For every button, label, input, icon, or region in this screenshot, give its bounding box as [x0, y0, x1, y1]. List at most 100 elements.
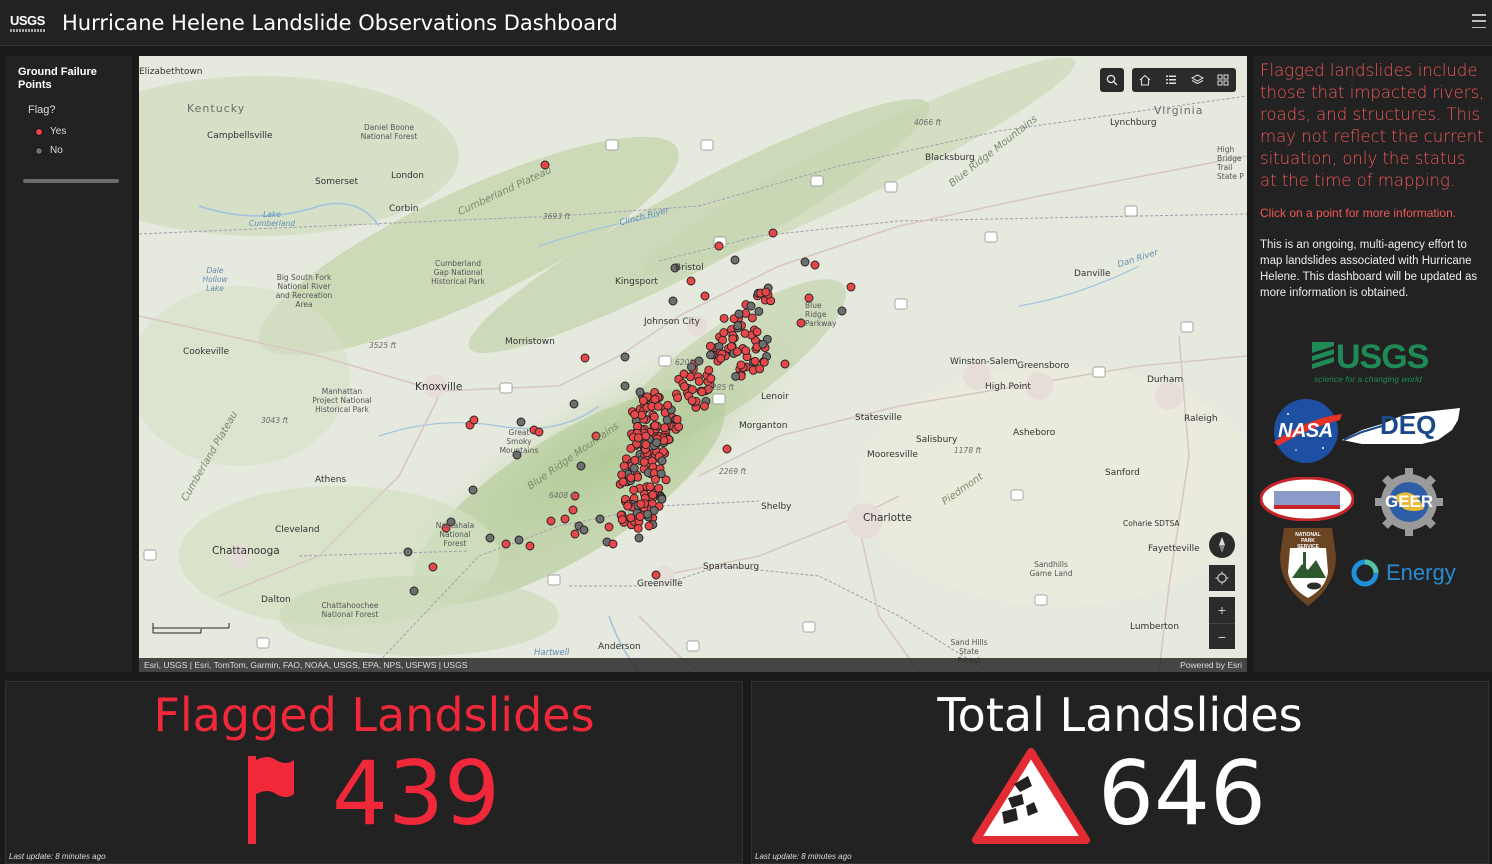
landslide-point[interactable] [697, 387, 707, 397]
menu-icon[interactable] [1472, 14, 1486, 28]
landslide-point[interactable] [705, 341, 715, 351]
landslide-point[interactable] [617, 470, 627, 480]
landslide-point[interactable] [485, 533, 495, 543]
deq-logo[interactable]: DEQ [1342, 404, 1464, 450]
landslide-point[interactable] [719, 313, 729, 323]
landslide-point[interactable] [758, 339, 768, 349]
landslide-point[interactable] [730, 255, 740, 265]
landslide-point[interactable] [635, 512, 645, 521]
landslide-point[interactable] [469, 415, 479, 425]
landslide-point[interactable] [668, 296, 678, 306]
landslide-point[interactable] [644, 521, 654, 531]
landslide-point[interactable] [706, 374, 716, 383]
usgs-logo[interactable]: USGS [10, 12, 50, 34]
powered-by-esri[interactable]: Powered by Esri [1180, 660, 1242, 670]
landslide-point[interactable] [634, 533, 644, 543]
landslide-point[interactable] [657, 494, 667, 504]
landslide-point[interactable] [648, 490, 658, 500]
landslide-point[interactable] [780, 359, 790, 369]
landslide-point[interactable] [617, 515, 627, 525]
legend-button[interactable] [1158, 68, 1184, 92]
landslide-point[interactable] [686, 276, 696, 286]
total-indicator[interactable]: Total Landslides 646 Last update: 8 minu… [751, 681, 1489, 864]
landslide-point[interactable] [719, 328, 729, 338]
landslide-point[interactable] [732, 347, 742, 357]
landslide-point[interactable] [649, 412, 659, 422]
search-button[interactable] [1100, 68, 1124, 92]
landslide-point[interactable] [643, 509, 652, 519]
landslide-point[interactable] [734, 309, 744, 319]
landslide-point[interactable] [679, 369, 689, 379]
landslide-point[interactable] [706, 350, 715, 360]
landslide-point[interactable] [716, 354, 726, 363]
landslide-point[interactable] [700, 291, 710, 301]
zoom-out-button[interactable]: − [1209, 623, 1235, 649]
landslide-point[interactable] [638, 396, 648, 406]
landslide-point[interactable] [679, 382, 689, 392]
landslide-point[interactable] [636, 499, 646, 509]
landslide-point[interactable] [604, 522, 614, 532]
landslide-point[interactable] [796, 318, 806, 328]
landslide-point[interactable] [608, 539, 618, 549]
landslide-point[interactable] [694, 376, 704, 386]
landslide-point[interactable] [630, 410, 640, 419]
nps-logo[interactable]: NATIONAL PARK SERVICE [1276, 526, 1340, 608]
landslide-point[interactable] [662, 415, 672, 425]
landslide-point[interactable] [722, 444, 732, 454]
landslide-point[interactable] [428, 562, 438, 572]
landslide-point[interactable] [704, 365, 714, 375]
landslide-point[interactable] [560, 514, 570, 524]
landslide-point[interactable] [514, 535, 524, 545]
landslide-point[interactable] [620, 381, 630, 391]
landslide-point[interactable] [630, 455, 640, 465]
landslide-point[interactable] [595, 514, 605, 524]
legend-scrollbar[interactable] [23, 179, 119, 183]
locate-button[interactable] [1209, 565, 1235, 591]
landslide-point[interactable] [657, 456, 667, 466]
landslide-point[interactable] [618, 477, 628, 487]
landslide-point[interactable] [645, 482, 655, 492]
landslide-point[interactable] [579, 525, 589, 535]
landslide-point[interactable] [651, 570, 661, 580]
landslide-point[interactable] [568, 505, 578, 515]
landslide-point[interactable] [687, 396, 697, 406]
landslide-point[interactable] [761, 287, 771, 297]
landslide-point[interactable] [653, 401, 663, 411]
landslide-point[interactable] [714, 241, 724, 251]
landslide-point[interactable] [652, 438, 662, 448]
landslide-point[interactable] [626, 473, 636, 483]
landslide-point[interactable] [656, 469, 666, 479]
landslide-point[interactable] [635, 387, 645, 397]
landslide-point[interactable] [639, 457, 649, 467]
landslide-point[interactable] [699, 401, 709, 411]
landslide-point[interactable] [623, 501, 633, 511]
landslide-point[interactable] [633, 523, 643, 533]
landslide-point[interactable] [731, 371, 741, 381]
nasa-logo[interactable]: NASA [1268, 398, 1344, 464]
landslide-point[interactable] [746, 301, 756, 311]
tn-geological-survey-logo[interactable] [1259, 476, 1355, 522]
landslide-point[interactable] [619, 461, 629, 471]
landslide-point[interactable] [629, 463, 639, 473]
landslide-point[interactable] [752, 327, 762, 337]
landslide-point[interactable] [570, 529, 580, 539]
landslide-point[interactable] [501, 539, 511, 549]
landslide-point[interactable] [576, 461, 586, 471]
landslide-point[interactable] [800, 257, 810, 267]
energy-logo[interactable]: Energy [1350, 554, 1470, 594]
landslide-point[interactable] [810, 260, 820, 270]
landslide-point[interactable] [629, 485, 639, 495]
map-view[interactable]: Elizabethtown Kentucky Virginia Campbell… [139, 56, 1247, 672]
landslide-point[interactable] [626, 443, 636, 453]
usgs-logo-large[interactable]: USGS science for a changing world [1312, 338, 1432, 386]
landslide-point[interactable] [569, 399, 579, 409]
landslide-point[interactable] [633, 433, 643, 443]
flagged-indicator[interactable]: Flagged Landslides 439 Last update: 8 mi… [5, 681, 743, 864]
landslide-point[interactable] [672, 414, 682, 424]
layers-button[interactable] [1184, 68, 1210, 92]
landslide-point[interactable] [754, 306, 764, 316]
home-button[interactable] [1132, 68, 1158, 92]
landslide-point[interactable] [741, 346, 751, 356]
landslide-point[interactable] [846, 282, 856, 292]
landslide-point[interactable] [580, 353, 590, 363]
